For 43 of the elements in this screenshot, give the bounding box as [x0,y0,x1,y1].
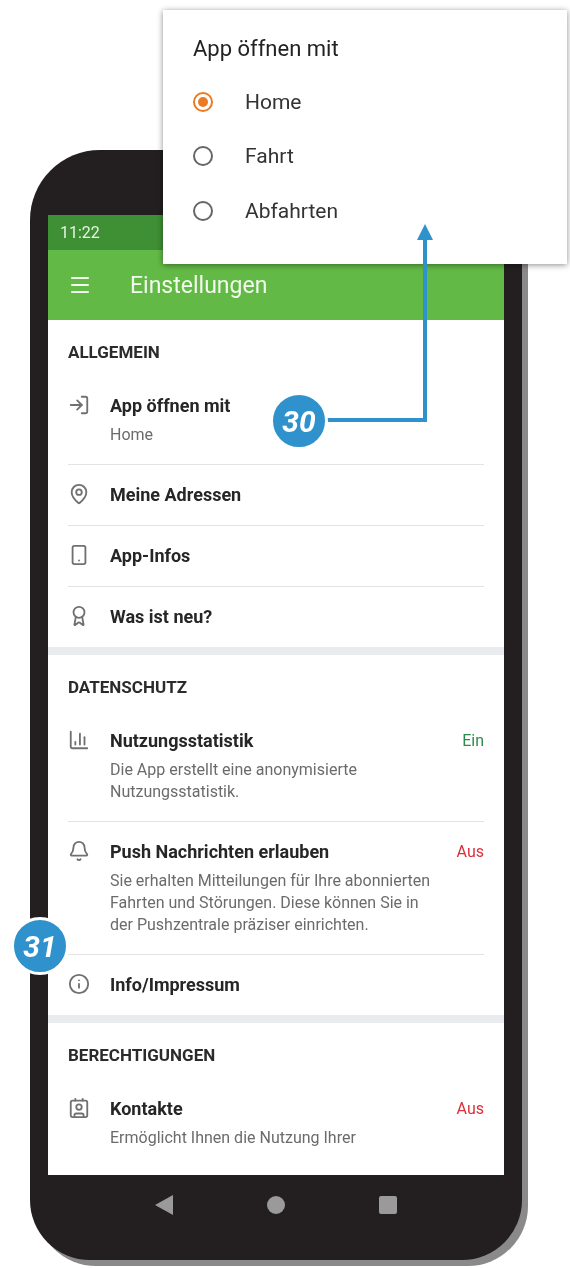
item-title: Push Nachrichten erlauben [110,840,331,864]
item-description: Ermöglicht Ihnen die Nutzung Ihrer [110,1127,356,1149]
toggle-status[interactable]: Ein [462,729,484,753]
status-time: 11:22 [60,223,100,242]
settings-item[interactable]: Push Nachrichten erlauben Sie erhalten Mitteilungen für Ihre abonnierten Fahrten und Störungen. Diese können Sie in der Pushzentrale präziser einrichten. Aus [68,822,484,955]
settings-item[interactable]: Was ist neu? [68,587,484,647]
radio-option[interactable]: Fahrt [193,129,537,184]
radio-option[interactable]: Abfahrten [193,183,537,238]
radio-button[interactable] [193,92,213,113]
radio-button[interactable] [193,146,213,167]
settings-item[interactable]: App-Infos [68,526,484,587]
home-icon[interactable] [267,1196,285,1214]
contact-card-icon [68,1097,90,1119]
app-bar-title: Einstellungen [130,271,268,299]
item-title: Meine Adressen [110,483,243,507]
bell-icon [68,840,90,862]
section-title: DATENSCHUTZ [68,676,189,699]
item-title: Info/Impressum [110,973,241,997]
callout-number: 31 [11,917,69,975]
item-title: Nutzungsstatistik [110,729,255,753]
settings-item[interactable]: Kontakte Ermöglicht Ihnen die Nutzung Ihrer Aus [68,1079,484,1167]
bar-chart-icon [68,729,90,751]
settings-item[interactable]: Nutzungsstatistik Die App erstellt eine anonymisierte Nutzungsstatistik. Ein [68,711,484,822]
radio-button[interactable] [193,200,213,221]
info-icon [68,973,90,995]
item-title: App-Infos [110,544,192,568]
toggle-status[interactable]: Aus [456,1097,484,1121]
dialog-title: App öffnen mit [193,36,340,61]
item-title: App öffnen mit [110,394,232,418]
settings-item[interactable]: Meine Adressen [68,465,484,526]
item-description: Sie erhalten Mitteilungen für Ihre abonnierten Fahrten und Störungen. Diese können Sie in der Pushzentrale präziser einrichten. [110,870,432,936]
item-title: Was ist neu? [110,605,214,629]
settings-item[interactable]: Info/Impressum [68,955,484,1015]
section-title: ALLGEMEIN [68,341,161,364]
location-pin-icon [68,483,90,505]
item-title: Kontakte [110,1097,184,1121]
radio-option[interactable]: Home [193,75,537,130]
enter-icon [68,394,90,416]
item-description: Home [110,424,154,446]
section-title: BERECHTIGUNGEN [68,1044,217,1067]
toggle-status[interactable]: Aus [456,840,484,864]
back-icon[interactable] [155,1195,173,1215]
item-description: Die App erstellt eine anonymisierte Nutzungsstatistik. [110,759,358,803]
